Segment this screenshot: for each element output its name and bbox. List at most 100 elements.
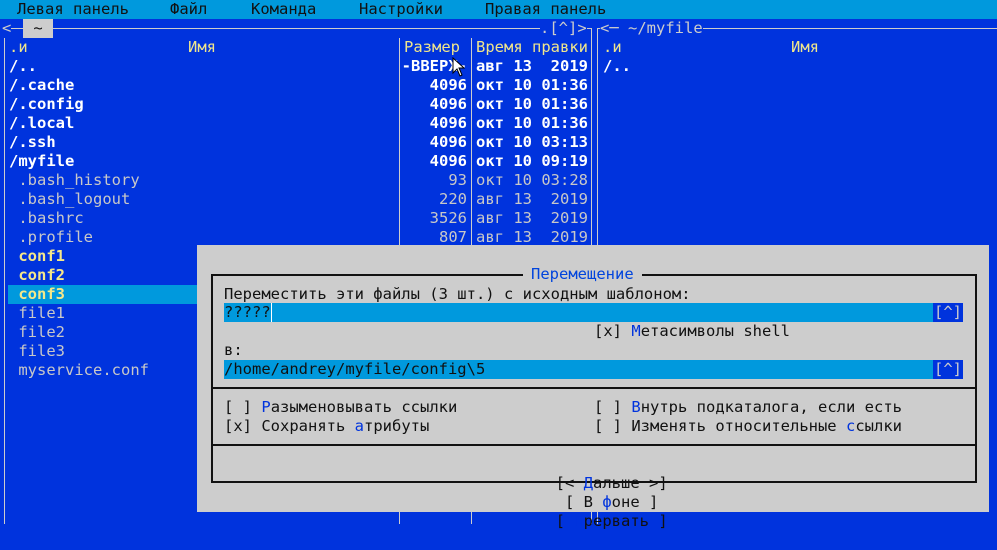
- file-row[interactable]: /..: [8, 57, 198, 76]
- file-name: /.local: [9, 114, 75, 132]
- menu-command[interactable]: Команда: [251, 0, 316, 19]
- hotkey: М: [631, 322, 641, 340]
- hotkey: а: [354, 417, 365, 435]
- menu-left-panel[interactable]: Левая панель: [17, 0, 129, 19]
- file-mtime: окт 10 03:28: [476, 171, 588, 189]
- file-name: conf3: [9, 285, 65, 303]
- file-name: /myfile: [9, 152, 75, 170]
- file-size: 93: [448, 171, 467, 189]
- file-row[interactable]: .profile: [8, 228, 198, 247]
- checkbox-label: Сохранять: [261, 417, 355, 435]
- file-row[interactable]: /.ssh: [8, 133, 198, 152]
- dest-label: в:: [224, 341, 243, 359]
- dialog-title: Перемещение: [523, 265, 642, 284]
- menu-file[interactable]: Файл: [170, 0, 207, 19]
- file-row[interactable]: conf2: [8, 266, 198, 285]
- file-mtime: авг 13 2019: [476, 209, 588, 227]
- source-label: Переместить эти файлы (3 шт.) с исходным…: [224, 285, 691, 303]
- checkbox-label: трибуты: [364, 417, 430, 435]
- background-button[interactable]: [ В фоне ]: [565, 493, 658, 511]
- file-row[interactable]: /.local: [8, 114, 198, 133]
- sort-indicator[interactable]: .и: [603, 38, 622, 57]
- header-name[interactable]: Имя: [791, 38, 819, 57]
- divider: [211, 387, 977, 389]
- source-value: ?????: [224, 303, 272, 322]
- file-row[interactable]: conf3: [8, 285, 198, 304]
- panel-corner: <: [2, 19, 12, 38]
- hotkey: Р: [261, 398, 271, 416]
- file-row[interactable]: /.config: [8, 95, 198, 114]
- option-checkbox[interactable]: [ ] Внутрь подкаталога, если есть: [594, 398, 902, 417]
- file-row-parent[interactable]: /..: [603, 57, 631, 76]
- right-panel-path[interactable]: <─ ~/myfile: [600, 19, 703, 38]
- file-name: /.config: [9, 95, 84, 113]
- dest-history-button[interactable]: [^]: [933, 360, 963, 379]
- file-name: file2: [9, 323, 65, 341]
- hotkey: В: [631, 398, 641, 416]
- checkbox-label: нутрь подкаталога, если есть: [640, 398, 902, 416]
- file-row[interactable]: file2: [8, 323, 198, 342]
- move-dialog: Перемещение Переместить эти файлы (3 шт.…: [197, 245, 989, 530]
- destination-value: /home/andrey/myfile/config\5: [224, 360, 486, 378]
- file-size: 4096: [429, 133, 467, 151]
- destination-input[interactable]: /home/andrey/myfile/config\5 [^]: [224, 360, 963, 379]
- file-row[interactable]: .bash_logout: [8, 190, 198, 209]
- file-mtime: авг 13 2019: [476, 190, 588, 208]
- file-mtime: окт 10 03:13: [476, 133, 588, 151]
- file-size: 4096: [429, 76, 467, 94]
- source-history-button[interactable]: [^]: [933, 303, 963, 322]
- divider: [211, 444, 977, 446]
- file-size: 3526: [429, 209, 467, 227]
- file-name: .bash_logout: [9, 190, 131, 208]
- file-name: myservice.conf: [9, 361, 149, 379]
- abort-button[interactable]: [ Прервать ]: [556, 512, 668, 530]
- file-name: .profile: [9, 228, 93, 246]
- panel-history-button[interactable]: .[^]>: [540, 19, 587, 38]
- file-row[interactable]: file3: [8, 342, 198, 361]
- file-name: /.cache: [9, 76, 75, 94]
- option-checkbox[interactable]: [x] Сохранять атрибуты: [224, 417, 429, 436]
- source-pattern-input[interactable]: ????? [^]: [224, 303, 963, 322]
- file-size: 4096: [429, 114, 467, 132]
- menu-bar: Левая панель Файл Команда Настройки Прав…: [0, 0, 997, 19]
- left-panel-path[interactable]: ~: [23, 19, 53, 38]
- menu-settings[interactable]: Настройки: [359, 0, 443, 19]
- checkbox-label: сылки: [855, 417, 902, 435]
- file-mtime: окт 10 01:36: [476, 76, 588, 94]
- sort-indicator[interactable]: .и: [9, 38, 28, 57]
- file-row[interactable]: conf1: [8, 247, 198, 266]
- file-name: /.ssh: [9, 133, 56, 151]
- checkbox-label: етасимволы shell: [640, 322, 790, 340]
- file-name: /..: [9, 57, 37, 75]
- file-name: file3: [9, 342, 65, 360]
- menu-right-panel[interactable]: Правая панель: [485, 0, 606, 19]
- file-mtime: окт 10 09:19: [476, 152, 588, 170]
- checkbox-box: [ ]: [224, 398, 252, 416]
- checkbox-box: [x]: [224, 417, 252, 435]
- option-checkbox[interactable]: [ ] Разыменовывать ссылки: [224, 398, 457, 417]
- shell-patterns-checkbox[interactable]: [x] Метасимволы shell: [594, 322, 790, 341]
- file-row[interactable]: myservice.conf: [8, 361, 198, 380]
- button-bar: [< Дальше >] [ В фоне ] [ Прервать ]: [197, 455, 989, 550]
- checkbox-label: Изменять относительные: [631, 417, 846, 435]
- divider: [4, 28, 592, 29]
- header-time[interactable]: Время правки: [476, 38, 588, 57]
- file-size: 4096: [429, 95, 467, 113]
- checkbox-box: [ ]: [594, 398, 622, 416]
- file-name: conf2: [9, 266, 65, 284]
- file-row[interactable]: file1: [8, 304, 198, 323]
- file-name: .bash_history: [9, 171, 140, 189]
- file-row[interactable]: .bash_history: [8, 171, 198, 190]
- continue-button[interactable]: [< Дальше >]: [556, 474, 668, 492]
- header-size[interactable]: Размер: [404, 38, 460, 57]
- header-name[interactable]: Имя: [188, 38, 216, 57]
- file-mtime: окт 10 01:36: [476, 114, 588, 132]
- option-checkbox[interactable]: [ ] Изменять относительные ссылки: [594, 417, 902, 436]
- file-row[interactable]: /myfile: [8, 152, 198, 171]
- file-mtime: окт 10 01:36: [476, 95, 588, 113]
- file-row[interactable]: /.cache: [8, 76, 198, 95]
- file-row[interactable]: .bashrc: [8, 209, 198, 228]
- file-name: file1: [9, 304, 65, 322]
- file-size: 4096: [429, 152, 467, 170]
- file-size: 220: [439, 190, 467, 208]
